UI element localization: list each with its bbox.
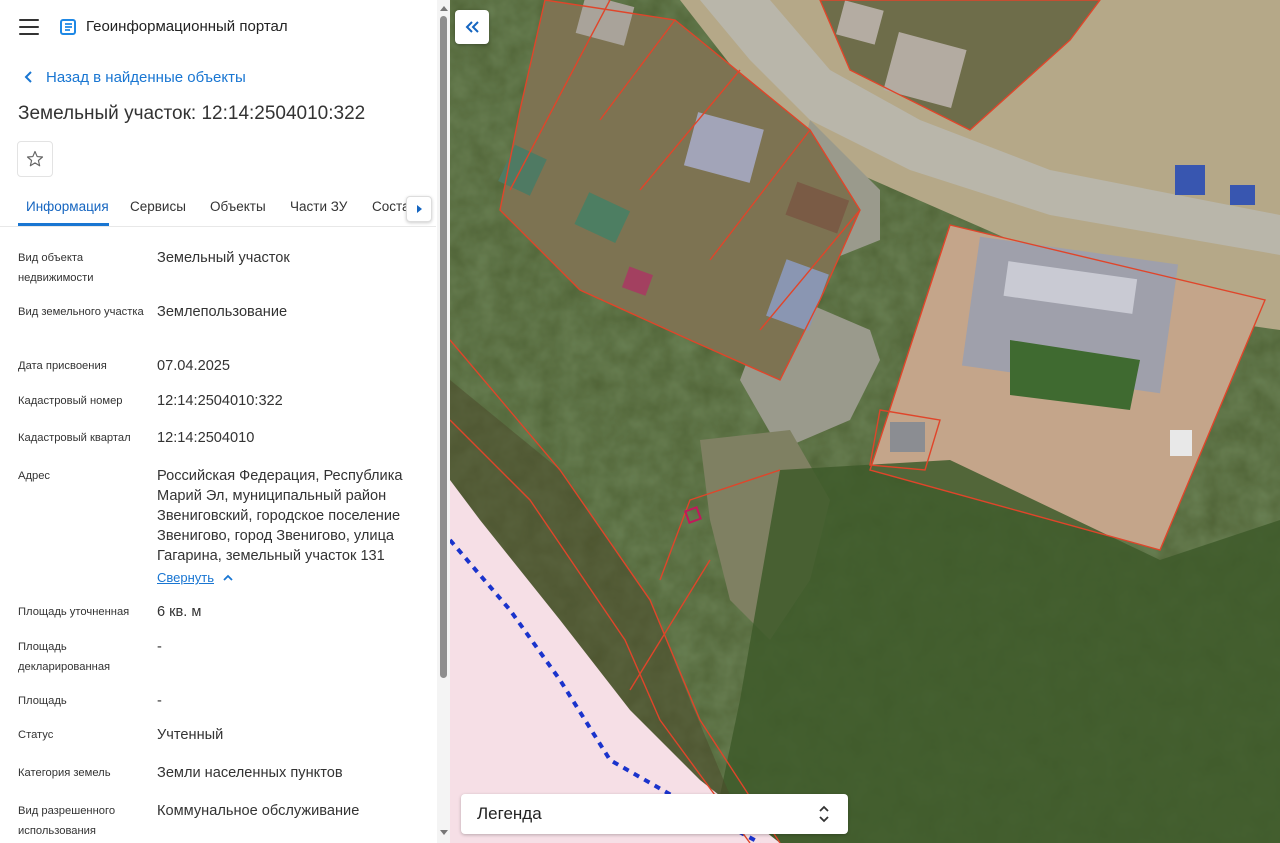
scroll-down-arrow-icon[interactable] — [440, 830, 448, 835]
property-label: Площадь — [18, 695, 67, 707]
property-value: Учтенный — [157, 727, 224, 743]
tab-bar: Информация Сервисы Объекты Части ЗУ Сост… — [0, 188, 436, 227]
back-to-results-link[interactable]: Назад в найденные объекты — [20, 68, 246, 86]
property-value: 12:14:2504010:322 — [157, 393, 283, 409]
tab-composition[interactable]: Соста — [372, 188, 410, 225]
property-value: - — [157, 693, 162, 709]
panel-scrollbar[interactable] — [437, 0, 450, 843]
property-value: Российская Федерация, Республика Марий Э… — [157, 468, 403, 564]
property-label: Дата присвоения — [18, 360, 107, 372]
star-outline-icon — [26, 150, 44, 167]
property-label: Категория земель — [18, 767, 111, 779]
property-label: Статус — [18, 729, 54, 741]
property-value: 07.04.2025 — [157, 358, 231, 374]
property-label: Вид разрешенного использования — [18, 805, 116, 837]
double-chevron-left-icon — [465, 21, 479, 33]
portal-logo-icon — [60, 19, 76, 35]
property-label: Кадастровый квартал — [18, 432, 131, 444]
property-label: Вид объекта недвижимости — [18, 252, 94, 284]
top-bar: Геоинформационный портал — [0, 0, 436, 56]
chevron-up-icon — [223, 574, 233, 581]
hamburger-menu-icon[interactable] — [19, 19, 39, 35]
back-link-label: Назад в найденные объекты — [46, 68, 246, 86]
app-title: Геоинформационный портал — [86, 18, 288, 35]
property-label: Площадь уточненная — [18, 606, 130, 618]
favorite-button[interactable] — [17, 141, 53, 177]
tabs-scroll-right-button[interactable] — [406, 196, 432, 222]
property-value: 12:14:2504010 — [157, 430, 255, 446]
property-value: 6 кв. м — [157, 604, 202, 620]
tab-parcel-parts[interactable]: Части ЗУ — [290, 188, 347, 225]
chevron-left-icon — [24, 71, 32, 83]
map-imagery — [450, 0, 1280, 843]
collapse-label: Свернуть — [157, 570, 215, 585]
scroll-up-arrow-icon[interactable] — [440, 6, 448, 11]
legend-label: Легенда — [477, 804, 542, 823]
tab-objects[interactable]: Объекты — [210, 188, 266, 225]
page-title: Земельный участок: 12:14:2504010:322 — [18, 103, 366, 124]
property-label: Вид земельного участка — [18, 306, 144, 318]
property-label: Адрес — [18, 470, 51, 482]
property-value: Коммунальное обслуживание — [157, 803, 360, 819]
legend-panel[interactable]: Легенда — [461, 794, 848, 834]
property-label: Кадастровый номер — [18, 395, 123, 407]
property-value: Земли населенных пунктов — [157, 765, 343, 781]
active-tab-indicator — [18, 223, 109, 226]
tab-information[interactable]: Информация — [26, 188, 109, 225]
collapse-panel-button[interactable] — [455, 10, 489, 44]
satellite-map[interactable]: Легенда — [450, 0, 1280, 843]
property-label: Площадь декларированная — [18, 641, 111, 673]
scrollbar-thumb[interactable] — [440, 16, 447, 678]
info-panel: Геоинформационный портал Назад в найденн… — [0, 0, 450, 843]
collapse-address-link[interactable]: Свернуть — [157, 570, 234, 585]
property-value: Землепользование — [157, 304, 288, 320]
property-value: Земельный участок — [157, 250, 290, 266]
tab-services[interactable]: Сервисы — [130, 188, 186, 225]
property-value: - — [157, 639, 162, 655]
caret-right-icon — [417, 205, 422, 213]
chevron-up-down-icon[interactable] — [818, 805, 830, 823]
